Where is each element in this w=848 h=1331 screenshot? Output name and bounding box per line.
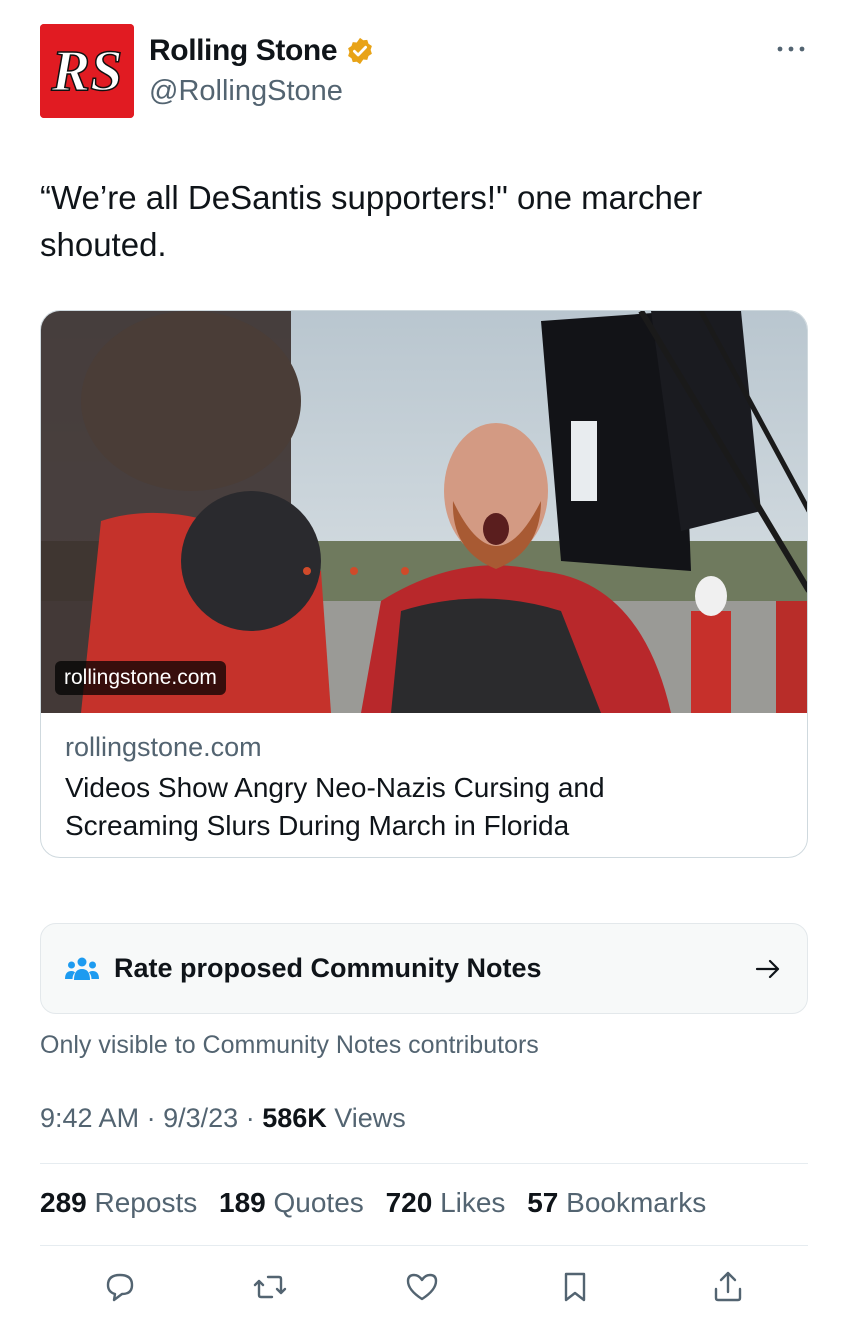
card-image[interactable]: rollingstone.com <box>41 311 807 713</box>
bookmark-icon <box>564 1272 586 1302</box>
like-icon <box>406 1273 438 1301</box>
svg-text:RS: RS <box>51 38 123 103</box>
bookmarks-label: Bookmarks <box>566 1187 707 1218</box>
reposts-count: 289 <box>40 1187 87 1218</box>
meta-separator: · <box>245 1103 255 1133</box>
tweet-time[interactable]: 9:42 AM <box>40 1103 139 1133</box>
author-name-row: Rolling Stone <box>149 34 375 68</box>
verified-badge-icon <box>348 37 372 65</box>
reposts-stat[interactable]: 289 Reposts <box>40 1187 197 1218</box>
more-options-icon[interactable] <box>774 34 808 64</box>
reposts-label: Reposts <box>94 1187 198 1218</box>
likes-count: 720 <box>385 1187 433 1218</box>
tweet-date[interactable]: 9/3/23 <box>163 1103 238 1133</box>
author-name[interactable]: Rolling Stone <box>149 34 338 68</box>
rolling-stone-logo: RS <box>40 24 134 118</box>
engagement-stats: 289 Reposts 189 Quotes 720 Likes 57 Book… <box>40 1187 720 1219</box>
card-body[interactable]: rollingstone.com Videos Show Angry Neo-N… <box>41 713 807 857</box>
tweet-meta: 9:42 AM · 9/3/23 · 586K Views <box>40 1103 406 1134</box>
likes-stat[interactable]: 720 Likes <box>386 1187 506 1218</box>
card-title: Videos Show Angry Neo-Nazis Cursing and … <box>65 772 605 841</box>
divider <box>40 1245 808 1246</box>
quotes-count: 189 <box>219 1187 266 1218</box>
bookmark-button[interactable] <box>555 1267 595 1307</box>
likes-label: Likes <box>440 1187 506 1218</box>
action-bar <box>40 1267 808 1307</box>
image-domain-badge: rollingstone.com <box>55 661 226 695</box>
reply-button[interactable] <box>100 1267 140 1307</box>
community-notes-label: Rate proposed Community Notes <box>114 953 542 983</box>
card-domain: rollingstone.com <box>65 732 262 762</box>
meta-separator: · <box>146 1103 156 1133</box>
share-button[interactable] <box>708 1267 748 1307</box>
bookmarks-count: 57 <box>527 1187 559 1218</box>
like-button[interactable] <box>402 1267 442 1307</box>
link-card[interactable]: rollingstone.com rollingstone.com Videos… <box>40 310 808 858</box>
quotes-stat[interactable]: 189 Quotes <box>219 1187 364 1218</box>
quotes-label: Quotes <box>273 1187 364 1218</box>
tweet-text: “We’re all DeSantis supporters!" one mar… <box>40 179 703 263</box>
repost-button[interactable] <box>250 1267 290 1307</box>
bookmarks-stat[interactable]: 57 Bookmarks <box>527 1187 706 1218</box>
avatar[interactable]: RS <box>40 24 134 118</box>
reply-icon <box>106 1273 134 1302</box>
author-handle[interactable]: @RollingStone <box>149 75 343 108</box>
march-photo <box>41 311 807 713</box>
rate-community-notes-button[interactable]: Rate proposed Community Notes <box>40 923 808 1014</box>
share-icon <box>714 1271 742 1302</box>
views-count: 586K <box>262 1103 327 1133</box>
community-notes-subtext: Only visible to Community Notes contribu… <box>40 1031 539 1059</box>
divider <box>40 1163 808 1164</box>
repost-icon <box>253 1275 287 1299</box>
arrow-right-icon <box>755 959 780 978</box>
views-label: Views <box>334 1103 406 1133</box>
community-notes-icon <box>65 957 99 980</box>
